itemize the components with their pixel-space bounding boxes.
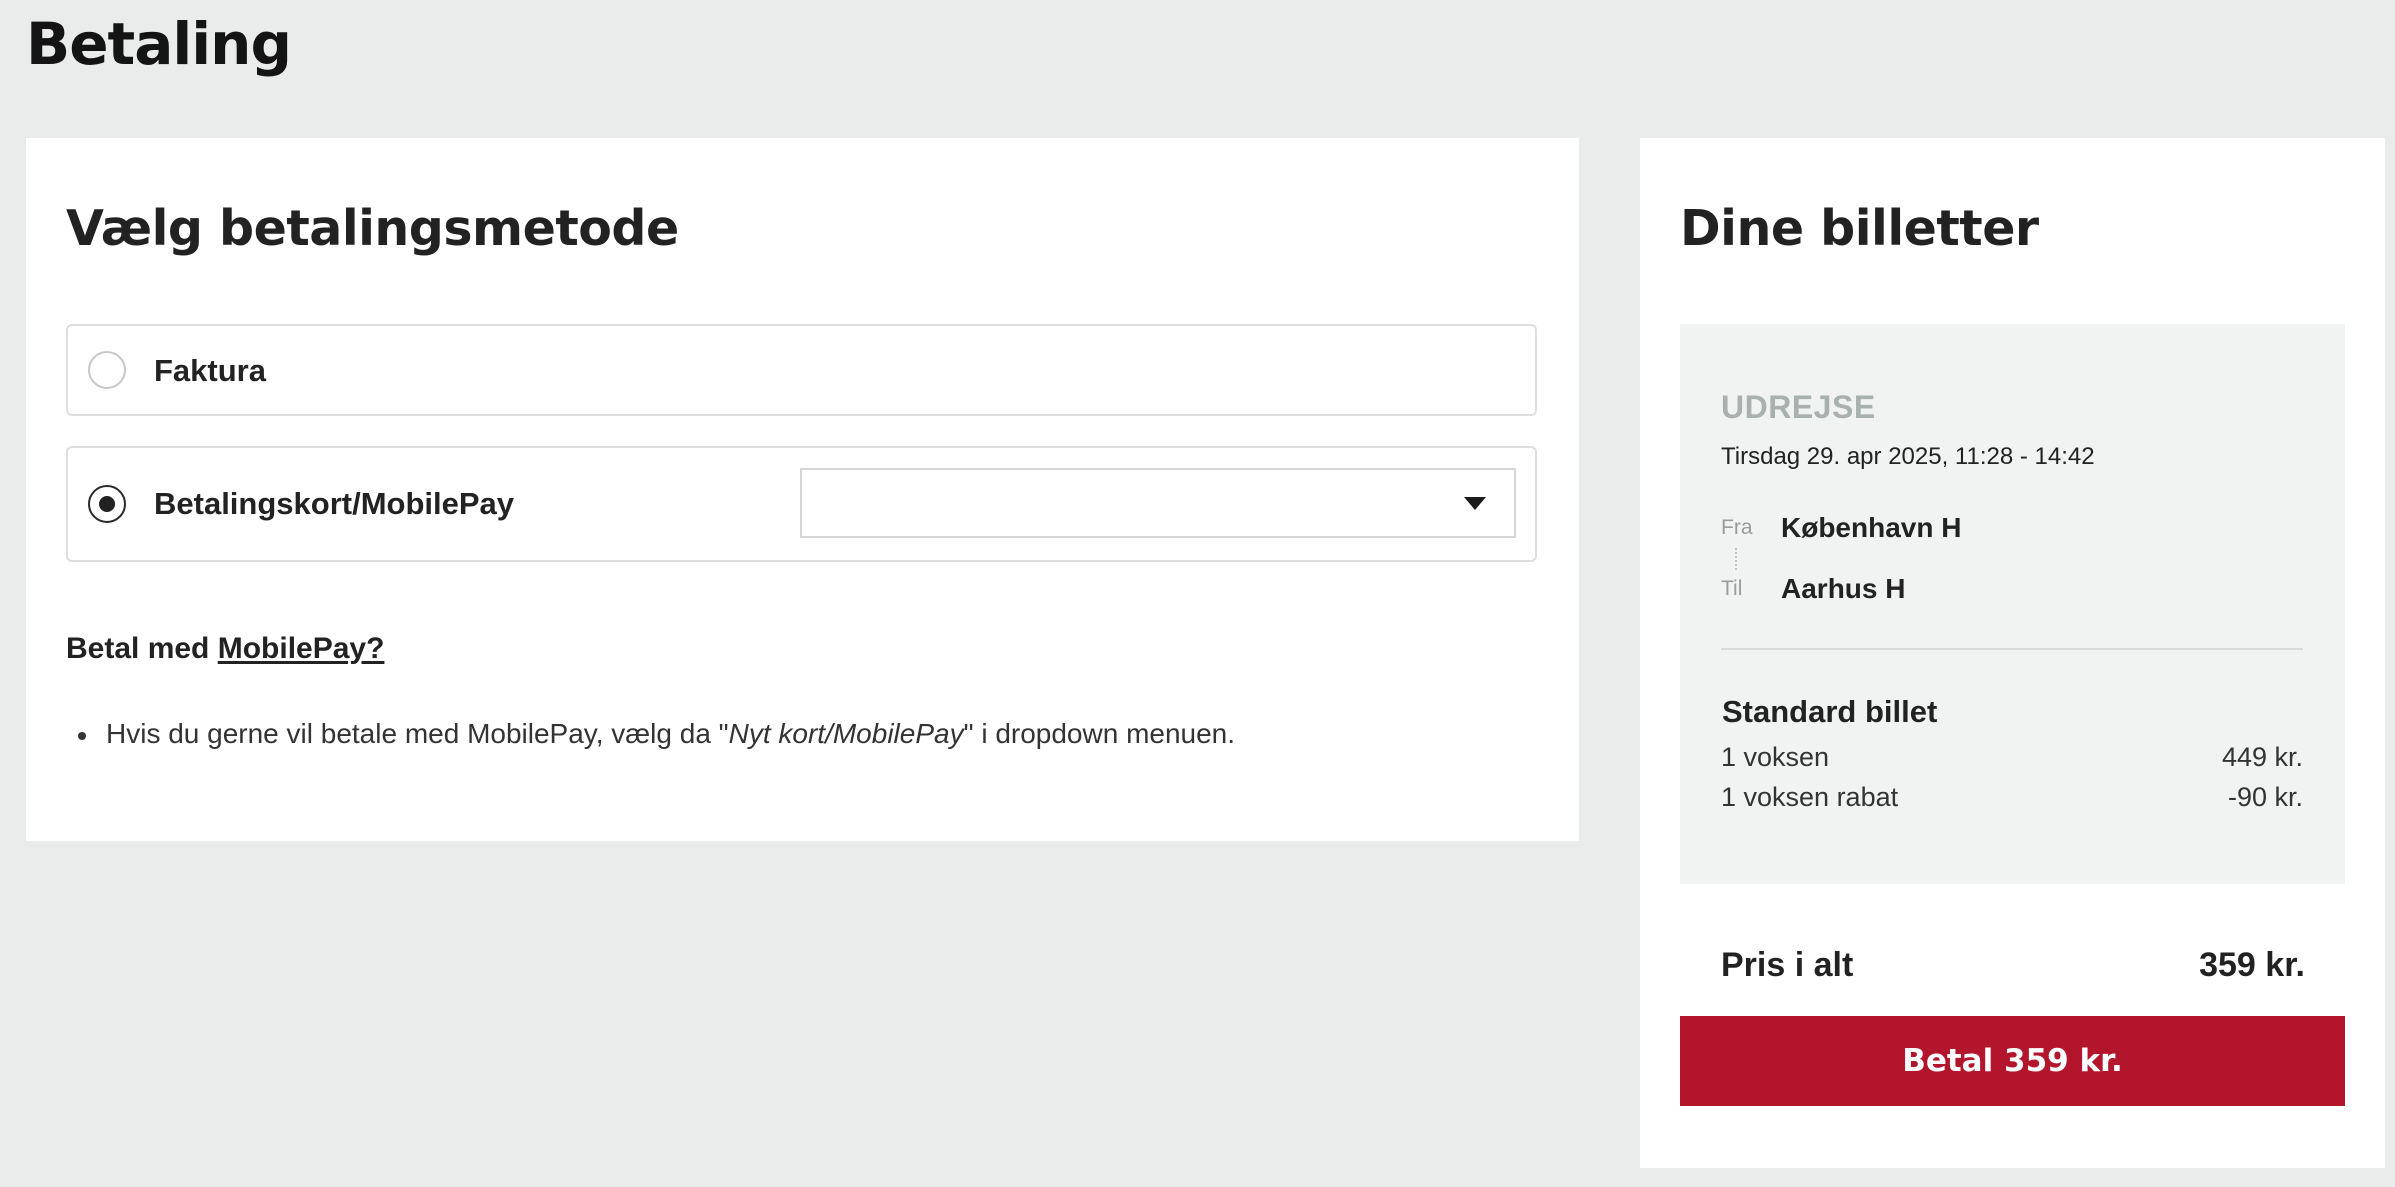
tickets-heading: Dine billetter	[1680, 200, 2039, 257]
trip-card: UDREJSE Tirsdag 29. apr 2025, 11:28 - 14…	[1680, 324, 2345, 884]
ticket-line-price: -90 kr.	[2227, 782, 2303, 812]
mobilepay-question-prefix: Betal med	[66, 632, 210, 665]
ticket-line-label: 1 voksen	[1721, 742, 1830, 772]
hint-text-before: Hvis du gerne vil betale med MobilePay, …	[106, 718, 729, 749]
trip-date: Tirsdag 29. apr 2025, 11:28 - 14:42	[1721, 443, 2095, 470]
route-from: København H	[1781, 512, 1962, 543]
payment-option-faktura[interactable]: Faktura	[66, 324, 1537, 416]
ticket-line: 1 voksen rabat -90 kr.	[1721, 782, 2303, 813]
ticket-line: 1 voksen 449 kr.	[1721, 742, 2303, 773]
hint-text-after: " i dropdown menuen.	[963, 718, 1236, 749]
card-select-dropdown[interactable]	[800, 468, 1516, 538]
mobilepay-hint-list: Hvis du gerne vil betale med MobilePay, …	[66, 718, 1235, 750]
payment-method-panel: Vælg betalingsmetode Faktura Betalingsko…	[26, 138, 1579, 841]
route-from-label: Fra	[1721, 516, 1753, 539]
ticket-line-price: 449 kr.	[2221, 742, 2303, 772]
total-value: 359 kr.	[2199, 946, 2305, 984]
payment-option-card[interactable]: Betalingskort/MobilePay	[66, 446, 1537, 562]
radio-card[interactable]	[88, 485, 126, 523]
payment-method-heading: Vælg betalingsmetode	[66, 200, 679, 257]
total-label: Pris i alt	[1721, 946, 1854, 984]
route-to-label: Til	[1721, 577, 1743, 600]
radio-selected-dot	[99, 496, 115, 512]
mobilepay-question: Betal med MobilePay?	[66, 632, 384, 666]
route-to: Aarhus H	[1781, 573, 1906, 604]
ticket-line-label: 1 voksen rabat	[1721, 782, 1899, 812]
ticket-type: Standard billet	[1722, 694, 1938, 729]
hint-text-emphasis: Nyt kort/MobilePay	[728, 718, 964, 749]
mobilepay-link[interactable]: MobilePay?	[218, 632, 385, 665]
pay-button[interactable]: Betal 359 kr.	[1680, 1016, 2345, 1106]
divider	[1721, 648, 2303, 650]
tickets-panel: Dine billetter UDREJSE Tirsdag 29. apr 2…	[1640, 138, 2385, 1168]
payment-option-faktura-label: Faktura	[154, 353, 266, 388]
chevron-down-icon	[1464, 497, 1486, 510]
route-connector	[1735, 548, 1737, 570]
trip-direction: UDREJSE	[1721, 389, 1876, 425]
page-title: Betaling	[26, 10, 292, 78]
radio-faktura[interactable]	[88, 351, 126, 389]
payment-option-card-label: Betalingskort/MobilePay	[154, 486, 515, 521]
mobilepay-hint: Hvis du gerne vil betale med MobilePay, …	[66, 718, 1235, 750]
